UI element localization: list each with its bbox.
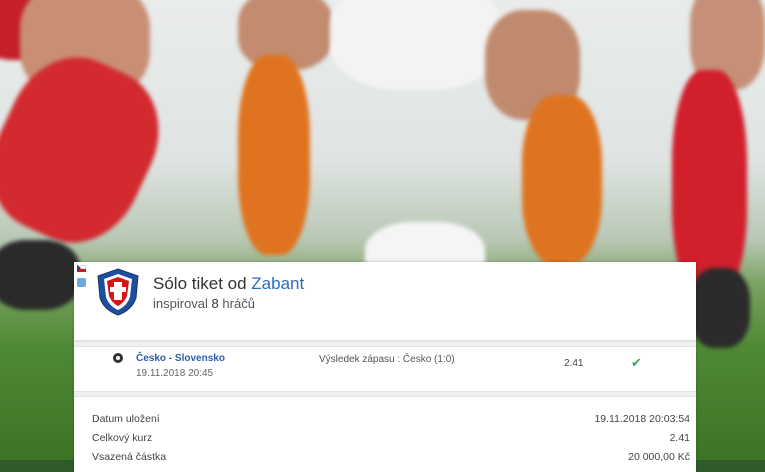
team-mini-icon (77, 278, 86, 287)
ticket-header: Sólo tiket od Zabant inspiroval 8 hráčů (74, 262, 696, 341)
club-crest-icon (97, 268, 139, 316)
match-market: Výsledek zápasu : Česko (1:0) (319, 354, 455, 365)
summary-row: Datum uložení 19.11.2018 20:03:54 (74, 411, 696, 430)
match-odds: 2.41 (564, 358, 584, 369)
ticket-card: Sólo tiket od Zabant inspiroval 8 hráčů … (74, 262, 696, 472)
inspired-count: 8 (211, 296, 219, 311)
ticket-title-prefix: Sólo tiket od (153, 274, 247, 293)
football-icon (113, 353, 123, 363)
summary-value: 20 000,00 Kč (628, 451, 690, 463)
summary-row: Celkový kurz 2.41 (74, 430, 696, 449)
summary-label: Datum uložení (92, 413, 160, 425)
summary-label: Celkový kurz (92, 432, 153, 444)
inspired-suffix: hráčů (222, 296, 255, 311)
czech-flag-icon (77, 265, 86, 272)
ticket-summary: Datum uložení 19.11.2018 20:03:54 Celkov… (74, 397, 696, 468)
match-teams-link[interactable]: Česko - Slovensko (136, 353, 225, 364)
check-icon: ✔ (631, 355, 642, 370)
author-link[interactable]: Zabant (251, 274, 304, 293)
summary-value: 2.41 (669, 432, 690, 444)
ticket-title: Sólo tiket od Zabant (153, 274, 304, 294)
summary-label: Vsazená částka (92, 451, 167, 463)
match-row: Česko - Slovensko 19.11.2018 20:45 Výsle… (74, 347, 696, 391)
summary-value: 19.11.2018 20:03:54 (594, 413, 690, 425)
summary-row: Vsazená částka 20 000,00 Kč (74, 449, 696, 468)
inspired-prefix: inspiroval (153, 296, 208, 311)
match-datetime: 19.11.2018 20:45 (136, 368, 214, 379)
inspired-text: inspiroval 8 hráčů (153, 296, 255, 311)
